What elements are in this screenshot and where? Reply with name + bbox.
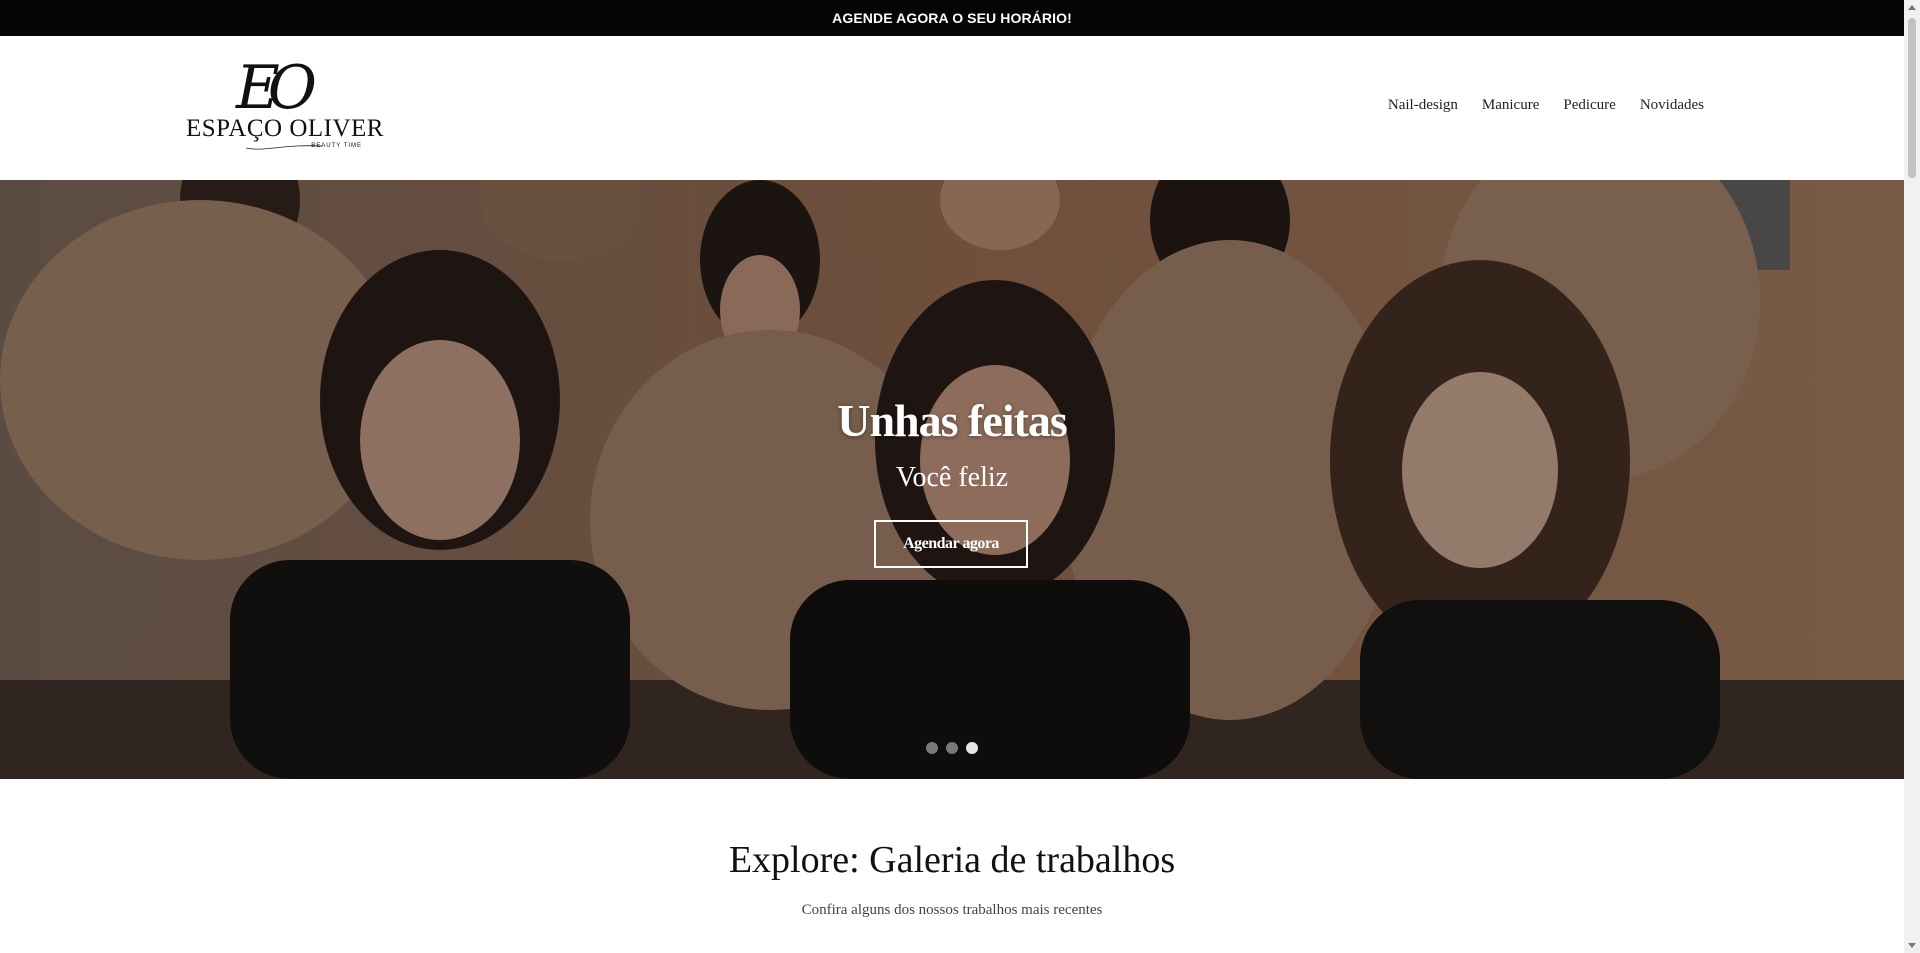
announcement-bar[interactable]: AGENDE AGORA O SEU HORÁRIO! <box>0 0 1904 36</box>
slider-dot-3[interactable] <box>966 742 978 754</box>
page-scrollbar[interactable] <box>1904 0 1920 953</box>
hero-slider: Unhas feitas Você feliz Agendar agora <box>0 180 1904 779</box>
logo-tagline: BEAUTY TIME <box>311 143 362 149</box>
hero-title: Unhas feitas <box>837 395 1068 446</box>
schedule-button[interactable]: Agendar agora <box>874 520 1028 568</box>
scroll-up-icon[interactable] <box>1908 5 1916 10</box>
scroll-down-icon[interactable] <box>1908 943 1916 948</box>
logo-monogram: EO <box>236 53 317 123</box>
scrollbar-thumb[interactable] <box>1908 18 1916 178</box>
gallery-title: Explore: Galeria de trabalhos <box>728 839 1176 881</box>
slider-pagination <box>926 742 978 754</box>
announcement-text[interactable]: AGENDE AGORA O SEU HORÁRIO! <box>832 10 1072 26</box>
nav-item-pedicure[interactable]: Pedicure <box>1563 97 1615 114</box>
logo-name: ESPAÇO OLIVER <box>186 115 384 142</box>
site-header: EO ESPAÇO OLIVER BEAUTY TIME Nail-design… <box>0 36 1904 180</box>
main-nav: Nail-design Manicure Pedicure Novidades <box>1388 97 1704 114</box>
site-logo[interactable]: EO ESPAÇO OLIVER BEAUTY TIME <box>186 58 384 158</box>
nav-item-manicure[interactable]: Manicure <box>1482 97 1539 114</box>
slider-dot-1[interactable] <box>926 742 938 754</box>
nav-item-nail-design[interactable]: Nail-design <box>1388 97 1458 114</box>
gallery-subtitle: Confira alguns dos nossos trabalhos mais… <box>801 902 1103 918</box>
slider-dot-2[interactable] <box>946 742 958 754</box>
hero-subtitle: Você feliz <box>895 462 1009 493</box>
nav-item-novidades[interactable]: Novidades <box>1640 97 1704 114</box>
